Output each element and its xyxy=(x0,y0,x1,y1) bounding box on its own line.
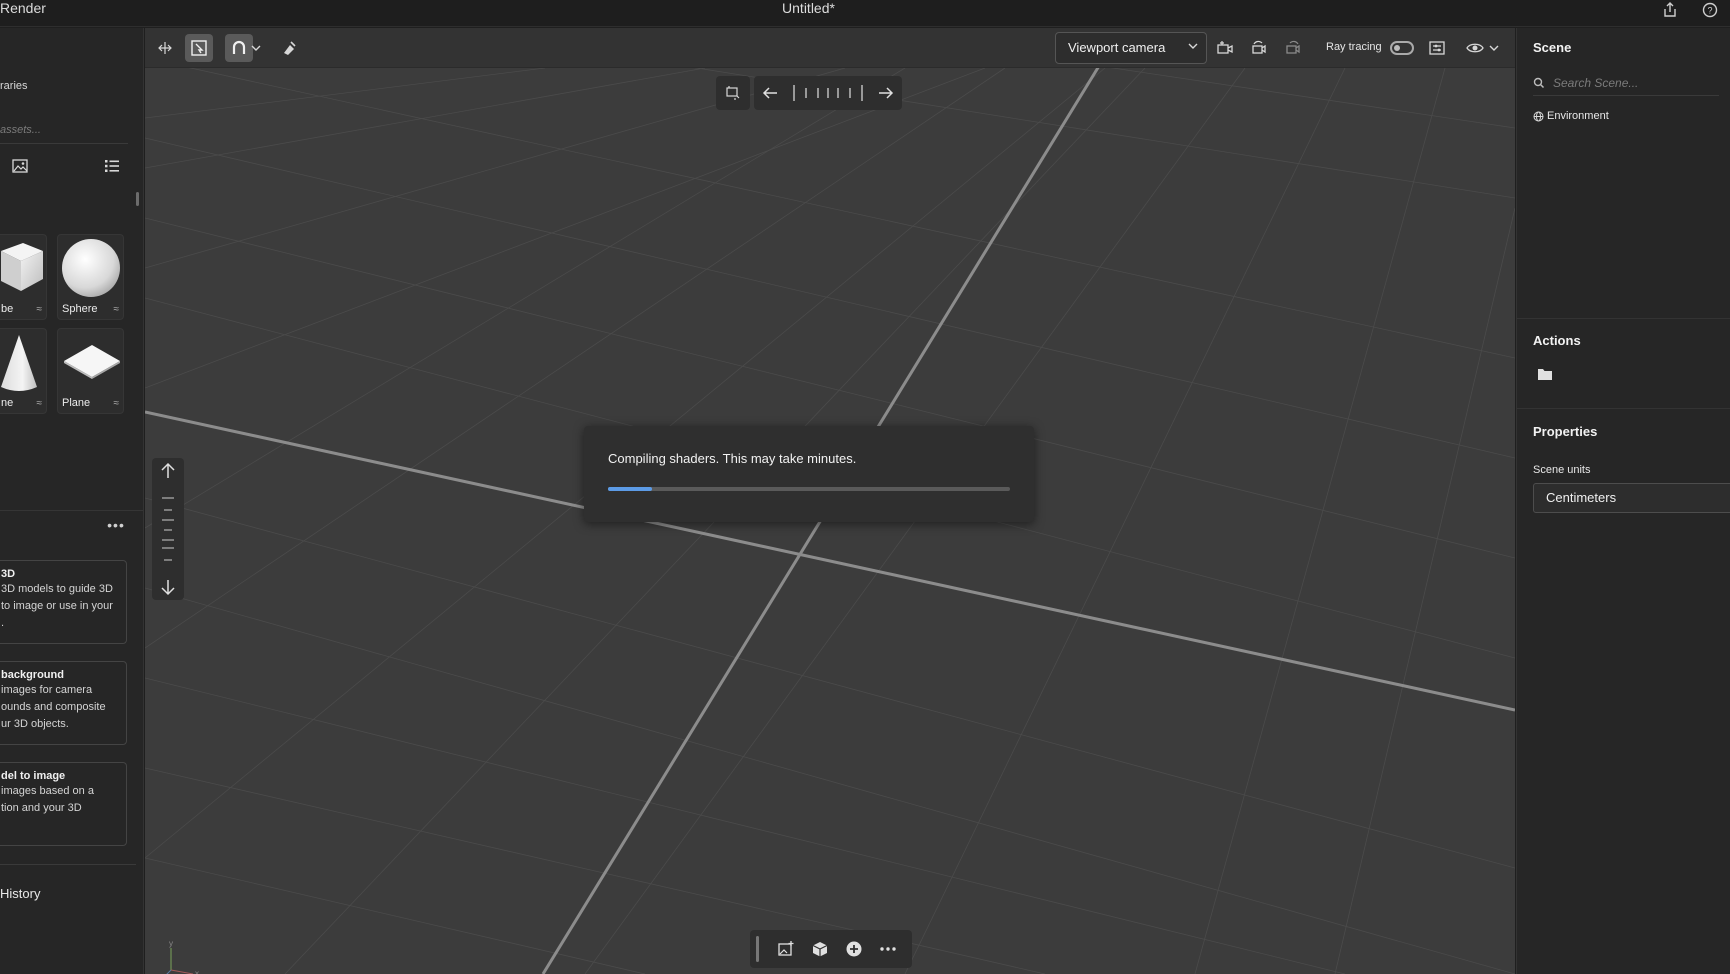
primitive-label: Plane xyxy=(62,397,91,409)
feature-card-3d[interactable]: 3D 3D models to guide 3D to image or use… xyxy=(0,560,127,644)
card-desc-line: to image or use in your xyxy=(1,600,113,612)
list-view-icon[interactable] xyxy=(102,156,122,176)
progress-track xyxy=(608,487,1010,491)
tile-options-icon[interactable]: ≈ xyxy=(37,398,43,409)
card-desc-line: tion and your 3D xyxy=(1,802,82,814)
progress-fill xyxy=(608,487,653,491)
globe-icon xyxy=(1533,111,1544,125)
frame-select-icon[interactable] xyxy=(185,34,213,62)
feature-card-background[interactable]: background images for camera ounds and c… xyxy=(0,661,127,745)
bottom-toolbar xyxy=(750,930,912,968)
primitive-cube[interactable]: be ≈ xyxy=(0,234,47,320)
document-title: Untitled* xyxy=(782,0,835,16)
add-camera-icon[interactable] xyxy=(1211,34,1239,62)
title-bar: Render Untitled* ? xyxy=(0,0,1730,27)
primitive-label: ne xyxy=(1,397,14,409)
card-desc-line: . xyxy=(1,617,5,629)
scene-item-environment[interactable]: Environment xyxy=(1533,110,1609,122)
panel-scrollbar[interactable] xyxy=(136,192,139,206)
scene-search-placeholder: Search Scene... xyxy=(1553,76,1639,90)
scene-units-select[interactable]: Centimeters xyxy=(1533,483,1730,513)
add-plus-icon[interactable] xyxy=(837,934,871,964)
more-icon[interactable] xyxy=(871,934,905,964)
libraries-label: raries xyxy=(0,80,28,92)
dial-ticks xyxy=(793,85,863,101)
rotate-camera-icon[interactable] xyxy=(1245,34,1273,62)
svg-text:y: y xyxy=(169,939,173,948)
ray-tracing-toggle[interactable] xyxy=(1390,41,1414,55)
chevron-down-icon[interactable] xyxy=(1485,34,1503,62)
search-icon xyxy=(1533,72,1545,101)
viewport-toolbar xyxy=(145,28,1515,68)
primitive-label: Sphere xyxy=(62,303,98,315)
chevron-down-icon xyxy=(1188,33,1198,63)
select-transform-icon[interactable] xyxy=(151,34,179,62)
card-title: 3D xyxy=(1,568,16,580)
arrow-left-icon xyxy=(762,87,777,99)
panel-divider xyxy=(0,864,136,865)
primitive-label: be xyxy=(1,303,14,315)
camera-select-value: Viewport camera xyxy=(1068,40,1166,55)
card-desc-line: images based on a xyxy=(1,785,94,797)
card-title: del to image xyxy=(1,770,66,782)
primitive-plane[interactable]: Plane ≈ xyxy=(57,328,124,414)
svg-text:x: x xyxy=(195,969,199,974)
dialog-message: Compiling shaders. This may take minutes… xyxy=(608,451,857,466)
assets-panel: raries assets... be ≈ Sphere ≈ ne ≈ Plan… xyxy=(0,28,144,974)
tile-options-icon[interactable]: ≈ xyxy=(114,398,120,409)
image-view-icon[interactable] xyxy=(10,156,30,176)
render-settings-icon[interactable] xyxy=(1423,34,1451,62)
zoom-control[interactable] xyxy=(152,458,184,600)
history-button[interactable]: History xyxy=(0,886,40,901)
scene-title: Scene xyxy=(1533,40,1572,55)
feature-card-model-to-image[interactable]: del to image images based on a tion and … xyxy=(0,762,127,846)
arrow-right-icon xyxy=(879,87,894,99)
card-desc-line: ounds and composite xyxy=(1,701,106,713)
asset-search-input[interactable]: assets... xyxy=(0,124,128,144)
svg-text:?: ? xyxy=(1707,6,1712,16)
scene-units-value: Centimeters xyxy=(1546,490,1617,505)
chevron-down-icon[interactable] xyxy=(247,34,265,62)
card-title: background xyxy=(1,669,64,681)
primitive-cone[interactable]: ne ≈ xyxy=(0,328,47,414)
toggle-knob xyxy=(1394,45,1400,51)
shader-compile-dialog: Compiling shaders. This may take minutes… xyxy=(584,426,1034,522)
environment-label: Environment xyxy=(1547,110,1609,122)
card-desc-line: 3D models to guide 3D xyxy=(1,583,113,595)
more-options-icon[interactable]: ••• xyxy=(104,518,128,536)
tile-options-icon[interactable]: ≈ xyxy=(37,304,43,315)
scene-search-input[interactable]: Search Scene... xyxy=(1533,72,1719,96)
properties-title: Properties xyxy=(1533,424,1598,439)
reset-camera-icon[interactable] xyxy=(1279,34,1307,62)
zoom-ticks xyxy=(162,497,174,561)
arrow-up-icon xyxy=(161,462,175,478)
panel-divider xyxy=(0,510,143,511)
primitive-sphere[interactable]: Sphere ≈ xyxy=(57,234,124,320)
actions-title: Actions xyxy=(1533,333,1581,348)
navigation-control xyxy=(716,76,902,110)
tile-options-icon[interactable]: ≈ xyxy=(114,304,120,315)
help-icon[interactable]: ? xyxy=(1700,0,1720,20)
scene-panel: Scene Search Scene... Environment Action… xyxy=(1516,28,1730,974)
add-3d-object-icon[interactable] xyxy=(803,934,837,964)
scene-units-label: Scene units xyxy=(1533,464,1591,476)
clear-scene-icon[interactable] xyxy=(275,34,303,62)
ray-tracing-label: Ray tracing xyxy=(1326,41,1382,53)
add-image-icon[interactable] xyxy=(769,934,803,964)
panel-divider xyxy=(1517,318,1730,319)
orbit-dial[interactable] xyxy=(753,76,902,110)
folder-icon[interactable] xyxy=(1537,367,1553,384)
fit-view-icon[interactable] xyxy=(716,76,750,110)
viewport-camera-select[interactable]: Viewport camera xyxy=(1055,32,1207,64)
share-icon[interactable] xyxy=(1660,0,1680,20)
axis-gizmo: y x xyxy=(166,939,199,974)
card-desc-line: images for camera xyxy=(1,684,93,696)
panel-divider xyxy=(1517,408,1730,409)
drag-handle[interactable] xyxy=(756,936,759,962)
history-label: History xyxy=(0,886,41,901)
card-desc-line: ur 3D objects. xyxy=(1,718,69,730)
arrow-down-icon xyxy=(161,580,175,596)
